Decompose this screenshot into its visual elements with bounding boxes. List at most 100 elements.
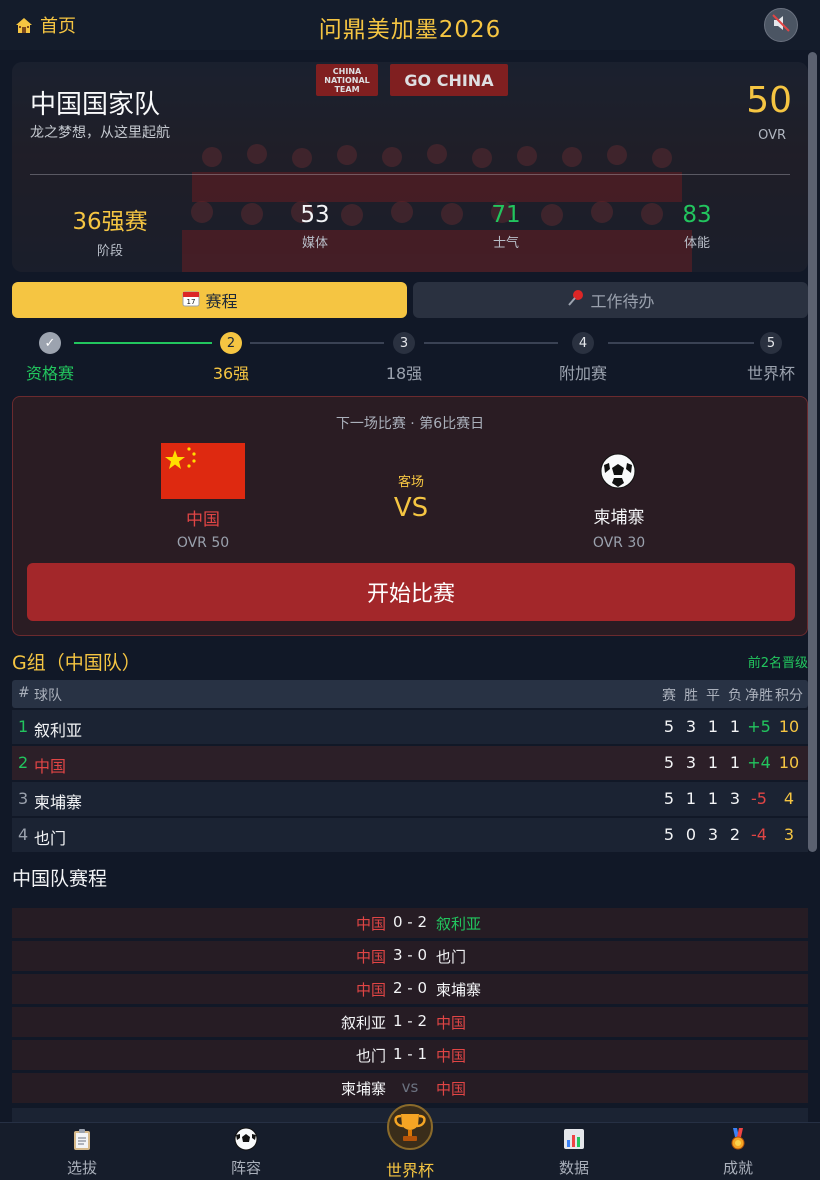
medal-icon: [726, 1127, 750, 1151]
app-title: 问鼎美加墨2026: [318, 17, 502, 43]
row-played: 5: [663, 717, 675, 736]
fixture-row[interactable]: 也门 1 - 1 中国: [12, 1040, 808, 1070]
nav-lineup[interactable]: 阵容: [186, 1123, 306, 1180]
team-banner-left: CHINA NATIONAL TEAM: [316, 64, 378, 96]
row-rank: 3: [18, 789, 29, 808]
fixture-score: 0 - 2: [392, 913, 428, 931]
team-ovr-value: 50: [746, 80, 792, 121]
tab-todo-label: 工作待办: [590, 292, 655, 311]
soccer-ball-icon: [600, 453, 636, 489]
table-row[interactable]: 3 柬埔寨 5 1 1 3 -5 4: [12, 782, 808, 816]
team-slogan: 龙之梦想，从这里起航: [30, 125, 170, 141]
stat-fitness-label: 体能: [683, 236, 710, 251]
nav-achievements-label: 成就: [722, 1159, 753, 1177]
start-match-button[interactable]: 开始比赛: [27, 563, 795, 621]
row-played: 5: [663, 825, 675, 844]
home-team-ovr: OVR 50: [176, 535, 230, 551]
row-gd: -4: [751, 825, 767, 844]
mute-button[interactable]: [764, 8, 798, 42]
away-team-name: 柬埔寨: [593, 508, 645, 528]
fixture-row[interactable]: 中国 3 - 0 也门: [12, 941, 808, 971]
row-played: 5: [663, 753, 675, 772]
team-name: 中国国家队: [30, 90, 161, 120]
fixture-row[interactable]: 柬埔寨 vs 中国: [12, 1073, 808, 1103]
top-bar: 首页 问鼎美加墨2026: [0, 0, 820, 50]
step-2-number: 2: [220, 332, 242, 354]
stat-media: 53 媒体: [255, 202, 375, 251]
table-row[interactable]: 4 也门 5 0 3 2 -4 3: [12, 818, 808, 852]
nav-achievements[interactable]: 成就: [678, 1123, 798, 1180]
home-team-name: 中国: [186, 510, 220, 530]
fixture-away: 柬埔寨: [436, 981, 482, 999]
step-3-label: 18强: [385, 364, 423, 383]
row-draw: 1: [707, 789, 719, 808]
step-line-3: [424, 342, 558, 344]
fixture-row[interactable]: 叙利亚 1 - 2 中国: [12, 1007, 808, 1037]
nav-data-label: 数据: [558, 1159, 589, 1177]
fixture-row[interactable]: 中国 2 - 0 柬埔寨: [12, 974, 808, 1004]
row-draw: 3: [707, 825, 719, 844]
row-gd: +5: [747, 717, 771, 736]
fixture-score: 3 - 0: [392, 946, 428, 964]
col-played: 赛: [662, 688, 676, 704]
stat-stage-value: 36强赛: [72, 209, 148, 235]
table-row[interactable]: 1 叙利亚 5 3 1 1 +5 10: [12, 710, 808, 744]
nav-lineup-label: 阵容: [230, 1159, 261, 1177]
step-line-4: [608, 342, 754, 344]
fixture-away: 叙利亚: [436, 915, 482, 933]
fixture-away: 中国: [436, 1014, 467, 1032]
step-5-number: 5: [760, 332, 782, 354]
stat-fitness: 83 体能: [637, 202, 757, 251]
clipboard-icon: [70, 1127, 94, 1151]
scrollbar[interactable]: [808, 52, 817, 852]
row-gd: +4: [747, 753, 771, 772]
step-2-label: 36强: [212, 364, 250, 383]
fixture-away: 中国: [436, 1047, 467, 1065]
tab-todo[interactable]: 工作待办: [413, 282, 808, 318]
group-table-header: # 球队 赛 胜 平 负 净胜 积分: [12, 680, 808, 708]
fixture-score: vs: [401, 1078, 419, 1096]
step-5-label: 世界杯: [746, 364, 795, 383]
row-win: 3: [685, 753, 697, 772]
col-team: 球队: [34, 688, 62, 704]
fixture-away: 也门: [436, 948, 467, 966]
nav-data[interactable]: 数据: [514, 1123, 634, 1180]
fixture-home: 叙利亚: [340, 1014, 386, 1032]
row-team: 柬埔寨: [34, 793, 83, 812]
col-win: 胜: [684, 688, 698, 704]
trophy-icon[interactable]: [387, 1104, 433, 1150]
stat-fitness-value: 83: [682, 202, 712, 228]
fixture-row[interactable]: 中国 0 - 2 叙利亚: [12, 908, 808, 938]
step-line-1: [74, 342, 212, 344]
row-rank: 1: [18, 717, 29, 736]
row-pts: 3: [783, 825, 795, 844]
row-team: 中国: [34, 757, 67, 776]
stat-stage: 36强赛 阶段: [50, 202, 170, 259]
row-team: 也门: [34, 829, 67, 848]
row-loss: 3: [729, 789, 741, 808]
row-rank: 2: [18, 753, 29, 772]
row-gd: -5: [751, 789, 767, 808]
fixture-score: 1 - 2: [392, 1012, 428, 1030]
row-pts: 10: [778, 753, 800, 772]
speaker-muted-icon: [771, 13, 791, 37]
tab-schedule[interactable]: 17 赛程: [12, 282, 407, 318]
row-loss: 1: [729, 717, 741, 736]
group-title: G组（中国队）: [12, 652, 141, 674]
table-row[interactable]: 2 中国 5 3 1 1 +4 10: [12, 746, 808, 780]
nav-selection[interactable]: 选拔: [22, 1123, 142, 1180]
col-draw: 平: [706, 688, 720, 704]
row-team: 叙利亚: [34, 721, 83, 740]
fixture-home: 柬埔寨: [340, 1080, 386, 1098]
col-loss: 负: [728, 688, 742, 704]
next-match-header: 下一场比赛 · 第6比赛日: [335, 416, 485, 432]
stat-morale-value: 71: [491, 202, 521, 228]
tab-schedule-label: 赛程: [205, 292, 238, 311]
col-gd: 净胜: [745, 688, 773, 704]
fixture-away: 中国: [436, 1080, 467, 1098]
card-divider: [30, 174, 790, 175]
stat-media-value: 53: [300, 202, 330, 228]
away-team-ovr: OVR 30: [592, 535, 646, 551]
row-played: 5: [663, 789, 675, 808]
stat-morale-label: 士气: [492, 236, 519, 251]
